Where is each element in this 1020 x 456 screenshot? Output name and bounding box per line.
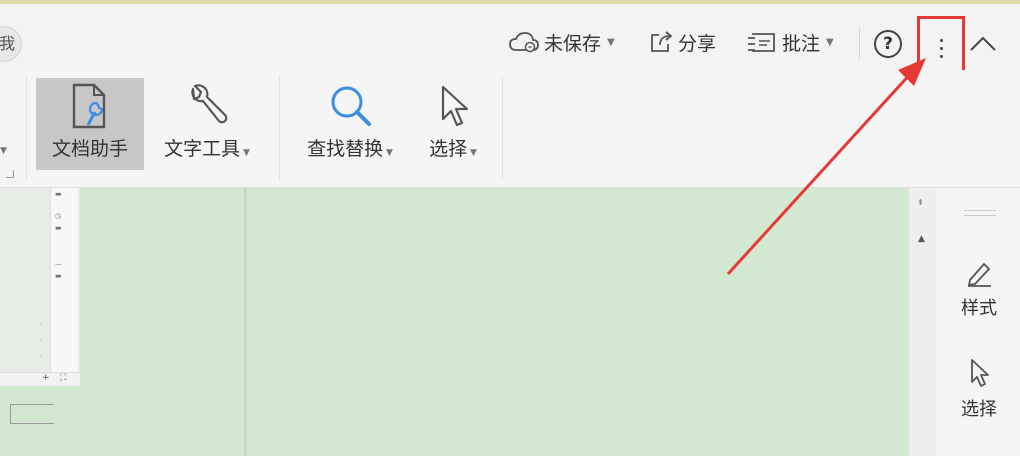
user-avatar[interactable]: 我 xyxy=(0,26,22,62)
comment-label: 批注 xyxy=(782,32,821,55)
save-status-label: 未保存 xyxy=(544,32,602,55)
group-expand-icon[interactable] xyxy=(6,170,14,178)
doc-assistant-label: 文档助手 xyxy=(51,138,128,160)
chevron-down-icon: ▼ xyxy=(826,36,834,48)
cursor-arrow-icon xyxy=(971,359,989,387)
fit-icon[interactable]: ⛶ xyxy=(60,373,66,383)
mini-dot: · xyxy=(40,336,43,344)
share-label: 分享 xyxy=(678,32,717,55)
zoom-plus-icon[interactable]: + xyxy=(42,373,50,383)
style-button[interactable]: 样式 xyxy=(944,254,1014,324)
navigation-panel: ▬ ◷ ▬ — ▬ · · · + ⛶ xyxy=(0,188,246,456)
ribbon-divider xyxy=(279,76,280,180)
chevron-down-icon: ▼ xyxy=(240,148,250,158)
cloud-sync-icon xyxy=(509,32,539,53)
find-replace-label: 查找替换 xyxy=(307,138,384,160)
document-workspace: ▬ ◷ ▬ — ▬ · · · + ⛶ ⇞ ▲ 样式 选择 xyxy=(0,188,1020,456)
document-wrench-icon xyxy=(72,83,106,129)
wrench-icon xyxy=(191,84,228,124)
document-canvas[interactable] xyxy=(248,188,908,456)
search-icon xyxy=(331,86,371,126)
title-bar: 我 未保存 ▼ 分享 批注 ▼ ? xyxy=(0,4,1020,80)
comment-button[interactable]: 批注 ▼ xyxy=(746,26,834,58)
pen-icon xyxy=(968,263,991,287)
text-tools-button[interactable]: 文字工具 ▼ xyxy=(152,78,262,170)
comment-icon xyxy=(748,33,775,52)
mini-label: ▬ xyxy=(55,224,62,232)
select-panel-button[interactable]: 选择 xyxy=(944,354,1014,424)
doc-assistant-button[interactable]: 文档助手 xyxy=(36,78,144,170)
chevron-down-icon: ▼ xyxy=(467,148,477,158)
style-label: 样式 xyxy=(961,298,997,319)
thumbnail-strip: ▬ ◷ ▬ — ▬ · · · + ⛶ xyxy=(0,188,80,386)
mini-label: — xyxy=(55,260,62,268)
collapse-ribbon-icon[interactable] xyxy=(968,30,998,58)
save-status-button[interactable]: 未保存 ▼ xyxy=(508,26,615,58)
share-icon xyxy=(651,31,673,52)
vertical-scrollbar[interactable]: ⇞ ▲ xyxy=(908,188,936,456)
scroll-top-icon[interactable]: ⇞ xyxy=(917,198,924,207)
avatar-text: 我 xyxy=(0,34,15,53)
page-outline xyxy=(10,404,54,424)
find-replace-button[interactable]: 查找替换 ▼ xyxy=(292,78,408,170)
share-button[interactable]: 分享 xyxy=(648,26,716,58)
more-dot xyxy=(939,46,943,50)
panel-drag-handle[interactable] xyxy=(964,210,996,216)
ribbon-divider xyxy=(502,76,503,180)
cursor-arrow-icon xyxy=(441,85,469,127)
mini-zoom-bar[interactable]: + ⛶ xyxy=(0,372,80,386)
ribbon-divider xyxy=(26,76,27,180)
select-panel-label: 选择 xyxy=(961,399,997,420)
text-tools-label: 文字工具 xyxy=(164,138,241,160)
mini-label: ▬ xyxy=(55,190,62,198)
chevron-down-icon[interactable]: ▼ xyxy=(0,146,7,156)
right-side-panel: 样式 选择 xyxy=(936,188,1020,456)
select-label: 选择 xyxy=(429,138,468,160)
scroll-up-icon[interactable]: ▲ xyxy=(918,234,925,244)
more-dot xyxy=(939,38,943,42)
help-button[interactable]: ? xyxy=(874,30,902,58)
mini-dot: · xyxy=(40,352,43,360)
more-dot xyxy=(939,54,943,58)
ribbon-toolbar: ▼ 文档助手 文字工具 ▼ 查找替换 ▼ 选择 ▼ xyxy=(0,70,1020,188)
help-icon: ? xyxy=(883,34,893,54)
mini-label: ▬ xyxy=(55,272,62,280)
select-button[interactable]: 选择 ▼ xyxy=(416,78,490,170)
chevron-down-icon: ▼ xyxy=(607,36,615,48)
mini-dot: · xyxy=(40,320,43,328)
mini-clock-icon: ◷ xyxy=(55,212,62,220)
chevron-down-icon: ▼ xyxy=(383,148,393,158)
toolbar-divider xyxy=(859,26,860,60)
